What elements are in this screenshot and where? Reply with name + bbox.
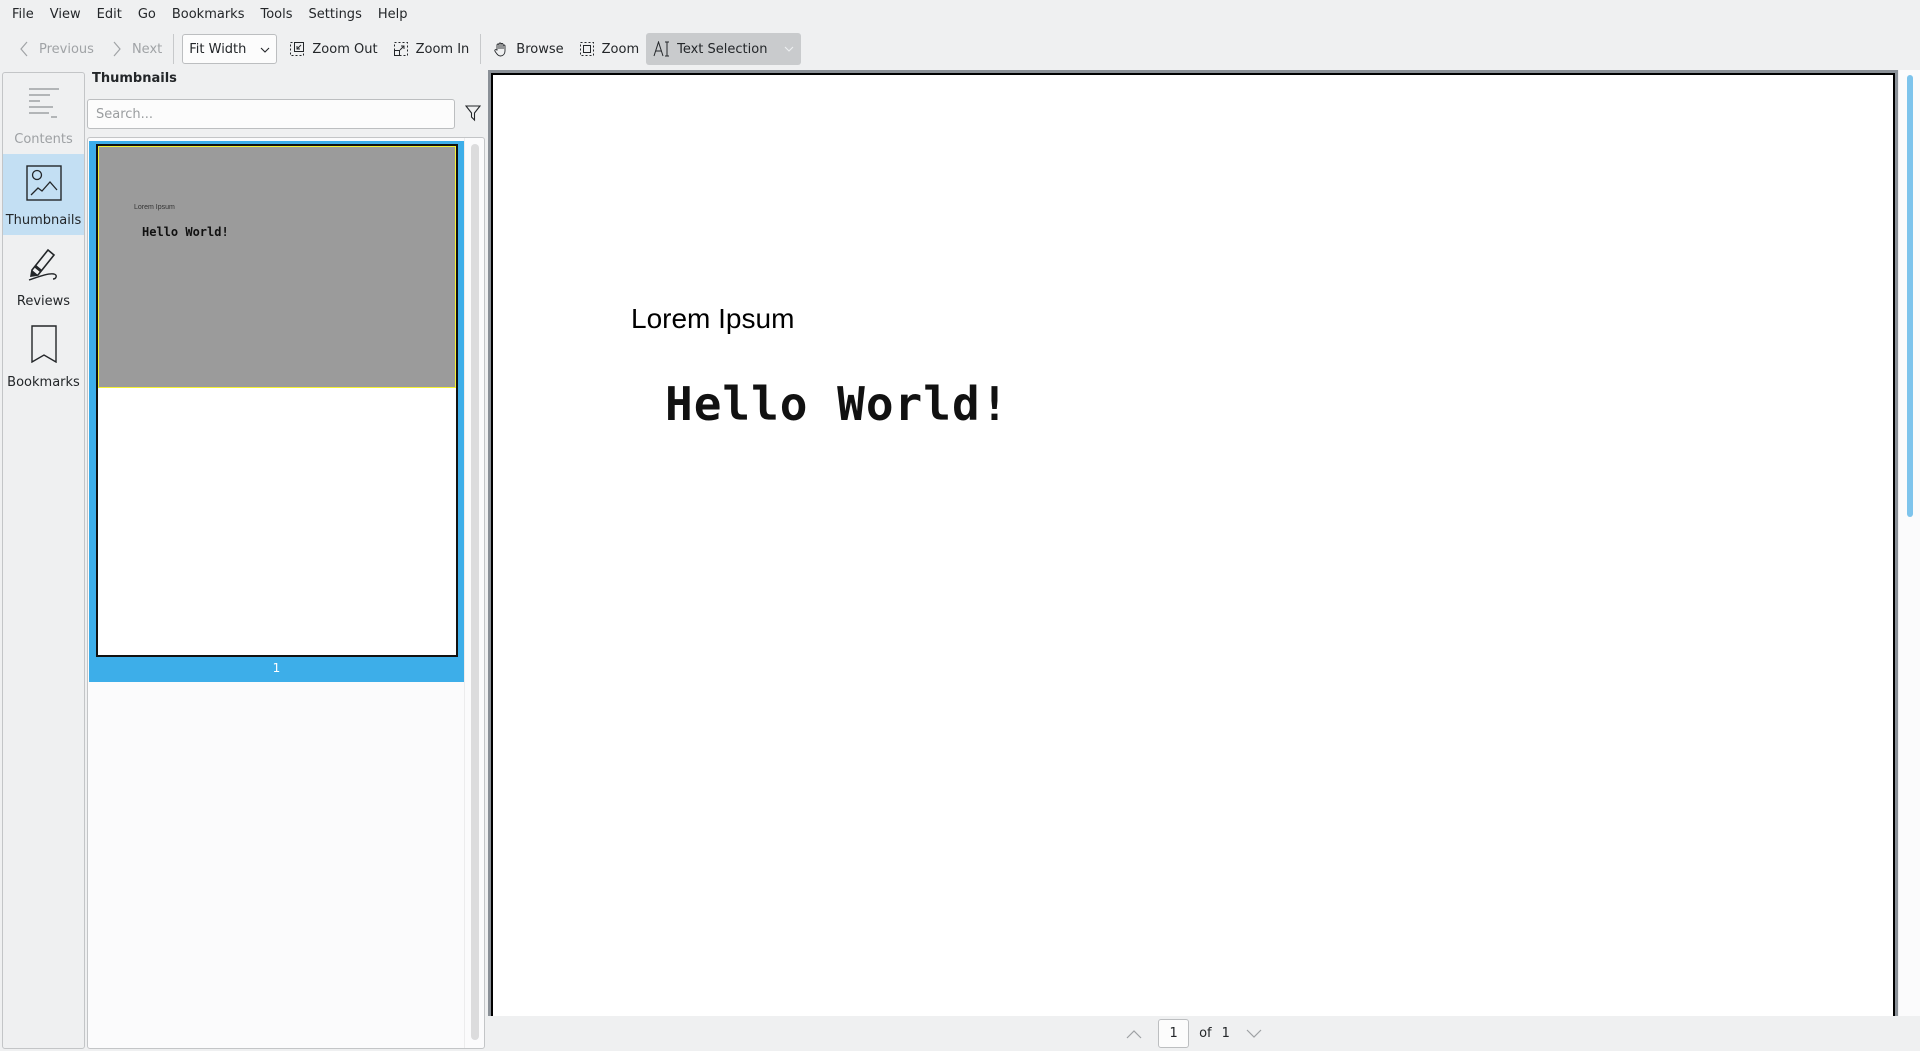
next-page-button[interactable] xyxy=(1240,1020,1268,1048)
tool-menu-dropdown[interactable] xyxy=(779,33,799,65)
page-number-input[interactable] xyxy=(1158,1019,1190,1048)
image-icon xyxy=(25,165,62,205)
sidebar-item-label: Contents xyxy=(14,132,73,147)
chevron-left-icon xyxy=(15,40,33,58)
menu-bar: File View Edit Go Bookmarks Tools Settin… xyxy=(0,0,1920,29)
filter-icon xyxy=(464,105,482,122)
previous-button[interactable]: Previous xyxy=(8,33,101,65)
thumbnail-list: Lorem Ipsum Hello World! 1 xyxy=(87,137,485,1049)
text-selection-label: Text Selection xyxy=(677,41,768,57)
zoom-tool-button[interactable]: Zoom xyxy=(571,33,646,65)
chevron-up-icon xyxy=(1126,1029,1142,1038)
sidebar-item-thumbnails[interactable]: Thumbnails xyxy=(3,154,84,235)
toolbar-separator xyxy=(173,34,175,64)
menu-help[interactable]: Help xyxy=(370,0,416,29)
thumbnails-panel-title: Thumbnails xyxy=(92,71,177,86)
browse-label: Browse xyxy=(516,41,564,57)
sidebar-item-contents[interactable]: Contents xyxy=(3,73,84,154)
chevron-right-icon xyxy=(108,40,126,58)
sidebar-item-reviews[interactable]: Reviews xyxy=(3,235,84,316)
toolbar-separator xyxy=(480,34,482,64)
thumbnail-heading-text: Lorem Ipsum xyxy=(134,204,175,211)
zoom-in-button[interactable]: Zoom In xyxy=(385,33,477,65)
zoom-in-label: Zoom In xyxy=(415,41,470,57)
zoom-mode-select[interactable]: Fit Width xyxy=(182,34,278,64)
thumbnail-page-preview: Lorem Ipsum Hello World! xyxy=(96,144,458,657)
document-scrollbar[interactable] xyxy=(1907,75,1913,517)
thumbnail-page-number: 1 xyxy=(272,661,281,675)
chevron-down-icon xyxy=(260,42,270,57)
zoom-out-label: Zoom Out xyxy=(312,41,378,57)
browse-tool-button[interactable]: Browse xyxy=(485,33,570,65)
menu-view[interactable]: View xyxy=(42,0,89,29)
page-of-label: of xyxy=(1199,1026,1212,1041)
next-label: Next xyxy=(131,41,163,57)
main-toolbar: Previous Next Fit Width Zoom Out Zoom In… xyxy=(0,31,1920,67)
thumbnail-scrollbar[interactable] xyxy=(471,144,479,1040)
zoom-select-icon xyxy=(578,40,596,58)
text-select-icon xyxy=(653,40,671,58)
menu-edit[interactable]: Edit xyxy=(89,0,130,29)
zoom-in-icon xyxy=(392,40,410,58)
zoom-tool-label: Zoom xyxy=(601,41,640,57)
thumbnail-body-text: Hello World! xyxy=(142,225,229,239)
sidebar-item-label: Bookmarks xyxy=(7,375,80,390)
thumbnail-item[interactable]: Lorem Ipsum Hello World! 1 xyxy=(89,141,464,682)
document-heading: Lorem Ipsum xyxy=(631,303,795,334)
pen-icon xyxy=(26,246,62,286)
sidebar-item-label: Reviews xyxy=(16,294,71,309)
thumbnail-search-input[interactable] xyxy=(87,99,455,129)
menu-tools[interactable]: Tools xyxy=(252,0,300,29)
next-button[interactable]: Next xyxy=(101,33,169,65)
sidebar-item-bookmarks[interactable]: Bookmarks xyxy=(3,316,84,397)
menu-file[interactable]: File xyxy=(4,0,42,29)
thumbnail-scrollbar-track xyxy=(464,138,465,1048)
visible-area-highlight xyxy=(98,146,456,388)
zoom-mode-value: Fit Width xyxy=(189,41,247,57)
zoom-out-icon xyxy=(288,40,306,58)
text-selection-tool-button[interactable]: Text Selection xyxy=(646,33,802,65)
filter-button[interactable] xyxy=(464,104,483,124)
document-body-text: Hello World! xyxy=(665,377,1010,431)
previous-page-button[interactable] xyxy=(1120,1020,1148,1048)
bookmark-icon xyxy=(30,325,58,367)
hand-icon xyxy=(492,40,510,58)
sidebar: Contents Thumbnails Reviews Bookmarks xyxy=(2,72,85,1049)
menu-settings[interactable]: Settings xyxy=(301,0,370,29)
chevron-down-icon xyxy=(785,46,794,52)
table-of-contents-icon xyxy=(27,86,61,124)
previous-label: Previous xyxy=(39,41,94,57)
document-view[interactable]: Lorem Ipsum Hello World! xyxy=(488,70,1898,1016)
chevron-down-icon xyxy=(1246,1029,1262,1038)
sidebar-item-label: Thumbnails xyxy=(5,213,82,228)
page-navigation-bar: of 1 xyxy=(488,1016,1920,1051)
menu-go[interactable]: Go xyxy=(130,0,164,29)
document-page[interactable]: Lorem Ipsum Hello World! xyxy=(491,73,1895,1016)
zoom-out-button[interactable]: Zoom Out xyxy=(281,33,384,65)
total-pages: 1 xyxy=(1221,1026,1230,1041)
menu-bookmarks[interactable]: Bookmarks xyxy=(164,0,253,29)
